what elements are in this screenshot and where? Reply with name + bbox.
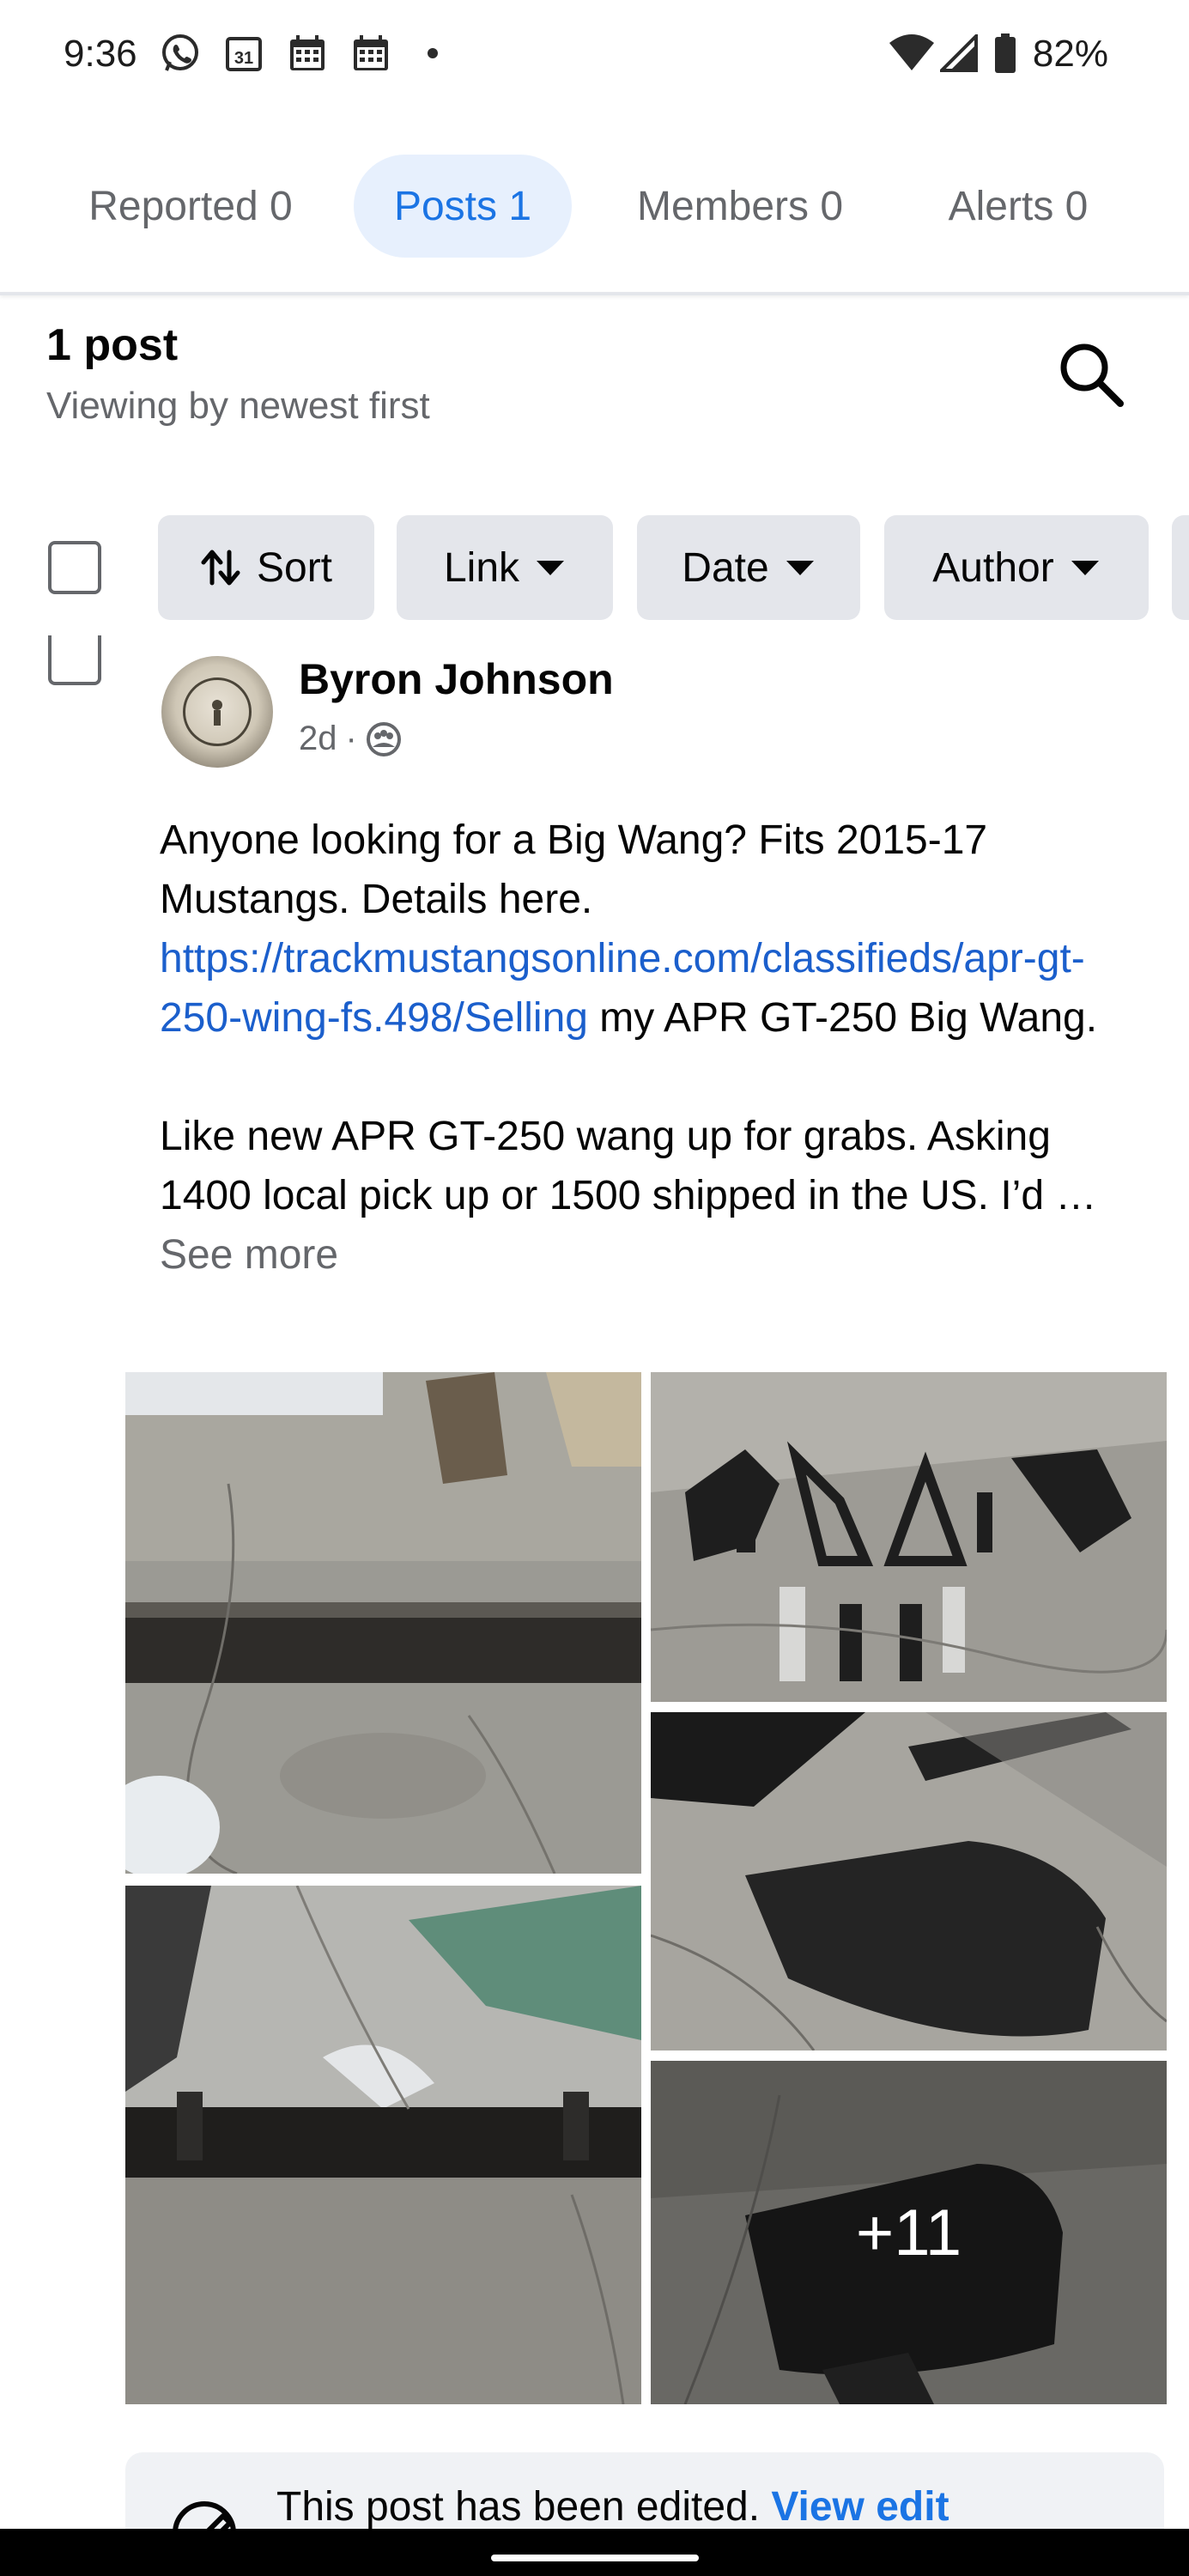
tab-members[interactable]: Members 0 <box>604 155 876 258</box>
date-filter-button[interactable]: Date <box>637 515 860 620</box>
author-filter-label: Author <box>932 544 1054 591</box>
post-photo-1[interactable] <box>125 1372 641 1874</box>
whatsapp-icon <box>156 33 204 74</box>
post-text-paragraph: Like new APR GT-250 wang up for grabs. A… <box>160 1107 1138 1285</box>
tab-posts[interactable]: Posts 1 <box>354 155 572 258</box>
battery-percent: 82% <box>1032 33 1108 75</box>
search-button[interactable] <box>1052 335 1129 412</box>
group-members-icon <box>366 721 401 756</box>
wifi-icon <box>886 33 937 74</box>
status-bar: 9:36 31 82% <box>0 0 1189 112</box>
post-photo-3[interactable] <box>651 1372 1167 1702</box>
sort-arrows-icon <box>201 550 240 586</box>
meta-separator: · <box>345 720 357 757</box>
tab-label: Posts 1 <box>393 183 532 229</box>
caret-down-icon <box>786 561 814 575</box>
header-divider <box>0 292 1189 295</box>
calendar-icon: 31 <box>221 33 266 74</box>
post-text-line: Anyone looking for a Big Wang? Fits 2015… <box>160 811 1138 1048</box>
select-all-checkbox[interactable] <box>48 541 101 594</box>
see-more-link[interactable]: See more <box>160 1232 338 1278</box>
home-gesture-handle[interactable] <box>491 2555 699 2561</box>
post-text-intro: Anyone looking for a Big Wang? Fits 2015… <box>160 817 988 922</box>
caret-down-icon <box>1071 561 1099 575</box>
tab-reported[interactable]: Reported 0 <box>53 155 328 258</box>
avatar[interactable] <box>161 656 273 768</box>
signal-icon <box>939 33 979 74</box>
avatar-emblem <box>183 677 252 746</box>
post-text: Anyone looking for a Big Wang? Fits 2015… <box>160 811 1138 1285</box>
sort-button[interactable]: Sort <box>158 515 374 620</box>
post-count: 1 post <box>46 320 179 370</box>
view-edit-link[interactable]: View edit <box>771 2484 949 2530</box>
calendar-grid-icon <box>349 33 393 74</box>
post-text-body: Like new APR GT-250 wang up for grabs. A… <box>160 1114 1097 1218</box>
post-text-after-link: my APR GT-250 Big Wang. <box>587 995 1098 1041</box>
calendar-day: 31 <box>234 49 253 68</box>
edited-label: This post has been edited. <box>276 2484 772 2530</box>
sort-description: Viewing by newest first <box>46 385 430 427</box>
sort-label: Sort <box>256 544 333 591</box>
author-name[interactable]: Byron Johnson <box>299 654 614 704</box>
date-filter-label: Date <box>682 544 769 591</box>
link-filter-label: Link <box>443 544 520 591</box>
more-photos-overlay[interactable]: +11 <box>651 2061 1167 2404</box>
tab-label: Members 0 <box>636 183 844 229</box>
calendar-grid-icon <box>285 33 330 74</box>
post-photo-5[interactable]: +11 <box>651 2061 1167 2404</box>
link-filter-button[interactable]: Link <box>397 515 613 620</box>
post-time[interactable]: 2d <box>299 720 337 758</box>
battery-icon <box>992 33 1018 74</box>
system-navigation-bar <box>0 2529 1189 2576</box>
post-photo-4[interactable] <box>651 1712 1167 2050</box>
edited-text: This post has been edited. View edit <box>276 2483 949 2530</box>
post-photo-2[interactable] <box>125 1886 641 2404</box>
tab-label: Reported 0 <box>88 183 293 229</box>
post-meta: 2d · <box>299 720 402 758</box>
status-time: 9:36 <box>64 33 137 75</box>
more-filters-chip[interactable] <box>1172 515 1189 620</box>
caret-down-icon <box>537 561 565 575</box>
tab-alerts[interactable]: Alerts 0 <box>908 155 1128 258</box>
post-checkbox[interactable] <box>48 635 101 685</box>
dot-icon <box>424 33 441 74</box>
author-filter-button[interactable]: Author <box>884 515 1149 620</box>
tab-label: Alerts 0 <box>948 183 1089 229</box>
search-icon <box>1060 343 1124 407</box>
tab-bar: Reported 0 Posts 1 Members 0 Alerts 0 <box>0 155 1189 258</box>
